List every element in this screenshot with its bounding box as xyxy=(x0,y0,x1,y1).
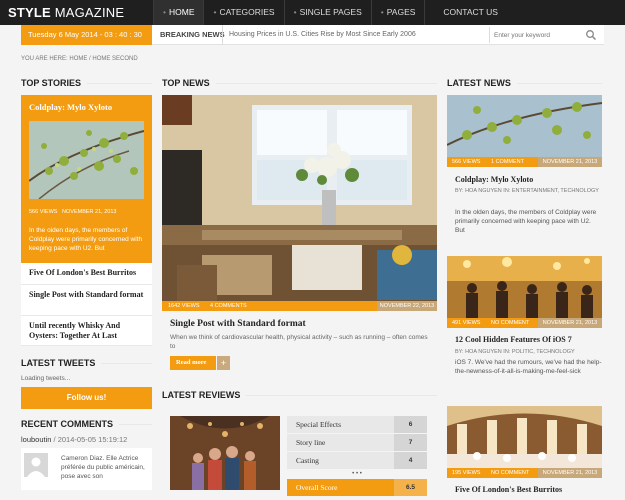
top-news-title[interactable]: Single Post with Standard format xyxy=(170,319,306,329)
search-box xyxy=(489,27,601,43)
comment-card: Cameron Diaz. Elle Actrice préférée du p… xyxy=(21,448,152,490)
breadcrumb-home[interactable]: HOME xyxy=(69,56,87,62)
nav-pages[interactable]: • PAGES xyxy=(370,0,425,25)
site-logo[interactable]: STYLE MAGAZINE xyxy=(8,2,148,23)
latest-reviews-heading: LATEST REVIEWS xyxy=(162,389,437,401)
nav-contact-us[interactable]: CONTACT US xyxy=(424,0,515,25)
breadcrumb: YOU ARE HERE: HOME / HOME SECOND xyxy=(21,56,138,62)
breaking-news-bar: BREAKING NEWS Housing Prices in U.S. Cit… xyxy=(152,25,604,45)
top-story-link[interactable]: Five Of London's Best Burritos xyxy=(21,263,152,285)
latest-news-title[interactable]: Coldplay: Mylo Xyloto xyxy=(455,175,533,184)
follow-us-button[interactable]: Follow us! xyxy=(21,387,152,409)
review-more-dots: • • • xyxy=(352,471,362,477)
top-news-meta-bar: 1642 VIEWS 4 COMMENTS NOVEMBER 22, 2013 xyxy=(162,301,437,311)
search-input[interactable] xyxy=(494,28,582,42)
latest-news-meta: 566 VIEWS 1 COMMENT NOVEMBER 21, 2013 xyxy=(447,157,602,167)
avatar xyxy=(24,453,48,477)
top-news-excerpt: When we think of cardiovascular health, … xyxy=(170,334,428,350)
top-story-link[interactable]: Until recently Whisky And Oysters: Toget… xyxy=(21,316,152,346)
main-nav: • HOME • CATEGORIES • SINGLE PAGES • PAGES C… xyxy=(153,0,516,25)
breaking-news-label: BREAKING NEWS xyxy=(160,30,225,39)
latest-news-excerpt: In the olden days, the members of Coldpl… xyxy=(455,209,597,234)
latest-news-image[interactable] xyxy=(447,406,602,468)
latest-news-byline: BY: HOA NGUYEN IN: POLITIC, TECHNOLOGY xyxy=(455,349,575,355)
latest-news-heading: LATEST NEWS xyxy=(447,77,602,89)
overall-score-row: Overall Score 6.5 xyxy=(287,479,427,496)
latest-news-title[interactable]: Five Of London's Best Burritos xyxy=(455,485,562,494)
top-story-image[interactable] xyxy=(29,121,144,199)
latest-news-image[interactable] xyxy=(447,95,602,157)
breaking-news-link[interactable]: Housing Prices in U.S. Cities Rise by Mo… xyxy=(222,25,416,45)
plus-icon[interactable]: + xyxy=(217,356,230,370)
recent-comments-heading: RECENT COMMENTS xyxy=(21,418,152,430)
breadcrumb-current: HOME SECOND xyxy=(92,56,138,62)
top-news-heading: TOP NEWS xyxy=(162,77,437,89)
top-story-title[interactable]: Coldplay: Mylo Xyloto xyxy=(29,102,112,112)
review-criterion-row: Special Effects 6 xyxy=(287,416,427,433)
latest-news-byline: BY: HOA NGUYEN IN: ENTERTAINMENT, TECHNO… xyxy=(455,188,599,194)
latest-tweets-heading: LATEST TWEETS xyxy=(21,357,152,369)
top-stories-heading: TOP STORIES xyxy=(21,77,152,89)
nav-home[interactable]: • HOME xyxy=(153,0,204,25)
latest-news-image[interactable] xyxy=(447,256,602,318)
tweets-loading: Loading tweets... xyxy=(21,375,71,382)
top-story-featured-card[interactable]: Coldplay: Mylo Xyloto 566 VIEWS NOVEMBER… xyxy=(21,95,152,263)
date-time-bar: Tuesday 6 May 2014 - 03 : 40 : 30 xyxy=(21,25,152,45)
top-story-meta: 566 VIEWS NOVEMBER 21, 2013 xyxy=(29,209,117,215)
comment-text[interactable]: Cameron Diaz. Elle Actrice préférée du p… xyxy=(61,454,151,481)
top-news-image[interactable] xyxy=(162,95,437,301)
review-criterion-row: Story line 7 xyxy=(287,434,427,451)
review-image[interactable] xyxy=(170,416,280,490)
comment-author[interactable]: louboutin / 2014-05-05 15:19:12 xyxy=(21,435,127,444)
top-story-excerpt: In the olden days, the members of Coldpl… xyxy=(29,227,143,252)
latest-news-meta: 491 VIEWS NO COMMENT NOVEMBER 21, 2013 xyxy=(447,318,602,328)
latest-news-title[interactable]: 12 Cool Hidden Features Of iOS 7 xyxy=(455,335,572,344)
review-criterion-row: Casting 4 xyxy=(287,452,427,469)
read-more-button[interactable]: Read more xyxy=(170,356,216,370)
top-story-link[interactable]: Single Post with Standard format xyxy=(21,285,152,316)
nav-single-pages[interactable]: • SINGLE PAGES xyxy=(283,0,371,25)
search-icon[interactable] xyxy=(585,29,597,41)
nav-categories[interactable]: • CATEGORIES xyxy=(203,0,283,25)
latest-news-excerpt: iOS 7. We've had the rumours, we've had … xyxy=(455,359,602,375)
latest-news-meta: 195 VIEWS NO COMMENT NOVEMBER 21, 2013 xyxy=(447,468,602,478)
